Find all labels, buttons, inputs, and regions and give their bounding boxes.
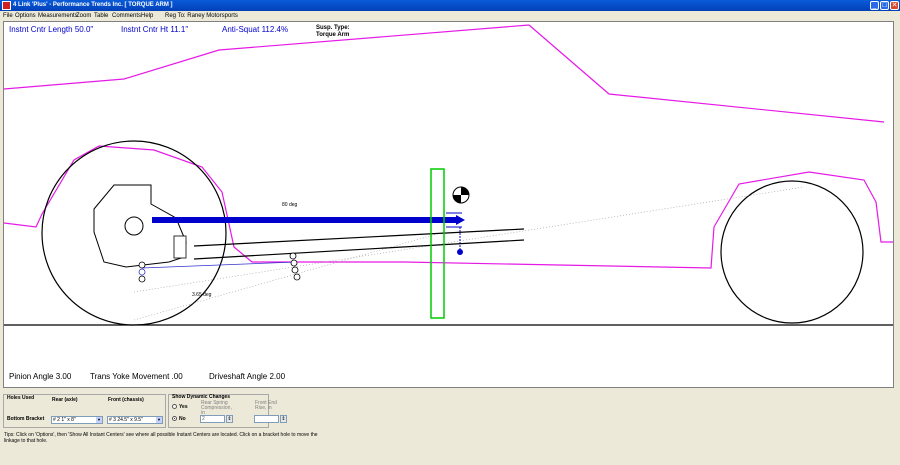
- rear-spring-spinner[interactable]: ⇕: [226, 415, 233, 423]
- menu-bar: File Options Measurements Zoom Table Com…: [0, 11, 900, 21]
- anti-squat-line: [133, 186, 805, 293]
- title-bar: 4 Link 'Plus' - Performance Trends Inc. …: [0, 0, 900, 11]
- app-icon: [2, 1, 11, 10]
- lower-link-angle-label: 3.65 deg: [192, 292, 212, 298]
- maximize-button[interactable]: □: [880, 1, 889, 10]
- axle-bracket-hole: [138, 268, 146, 276]
- menu-registration: Reg To: Raney Motorsports: [165, 13, 238, 19]
- rear-spring-input[interactable]: 2: [200, 415, 225, 423]
- no-radio-label: No: [179, 416, 186, 422]
- holes-used-title: Holes Used: [7, 395, 35, 401]
- rear-axle-header: Rear (axle): [52, 397, 78, 403]
- bottom-bracket-label: Bottom Bracket: [7, 416, 45, 422]
- anti-squat-readout: Anti-Squat 112.4%: [222, 25, 289, 34]
- axle-cover: [173, 235, 187, 259]
- chassis-bracket-hole: [290, 259, 298, 267]
- car-body-rear-line: [528, 24, 885, 123]
- front-hole-select[interactable]: # 3 24.5" x 9.5" ▼: [107, 416, 163, 424]
- yes-radio-label: Yes: [179, 404, 188, 410]
- axle-bracket-hole: [138, 261, 146, 269]
- pinion-angle-readout: Pinion Angle 3.00: [9, 372, 72, 381]
- no-radio[interactable]: [172, 416, 177, 421]
- axle-center: [124, 216, 144, 236]
- menu-help[interactable]: Help: [141, 11, 153, 21]
- front-tire: [720, 180, 864, 324]
- front-chassis-header: Front (chassis): [108, 397, 144, 403]
- driveshaft-angle-readout: Driveshaft Angle 2.00: [209, 372, 286, 381]
- front-end-rise-input[interactable]: [254, 415, 279, 423]
- car-body-roof-line: [4, 24, 530, 90]
- torque-arm-end: [456, 215, 465, 225]
- instant-center-height: Instnt Cntr Ht 11.1": [121, 25, 189, 34]
- window-title: 4 Link 'Plus' - Performance Trends Inc. …: [13, 2, 173, 8]
- menu-options[interactable]: Options: [15, 11, 36, 21]
- chevron-down-icon: ▼: [156, 417, 162, 423]
- chassis-bracket-hole: [291, 266, 299, 274]
- menu-comments[interactable]: Comments: [112, 11, 141, 21]
- yes-radio[interactable]: [172, 404, 177, 409]
- minimize-button[interactable]: _: [870, 1, 879, 10]
- drawing-canvas[interactable]: Instnt Cntr Length 50.0" Instnt Cntr Ht …: [3, 21, 894, 388]
- front-end-rise-label: Front End Rise, in: [255, 400, 277, 411]
- instant-center-length: Instnt Cntr Length 50.0": [9, 25, 94, 34]
- torque-arm-mount-point: [457, 249, 463, 255]
- torque-arm-angle-label: 80 deg: [282, 202, 298, 208]
- trans-yoke-readout: Trans Yoke Movement .00: [90, 372, 183, 381]
- chassis-bracket-hole: [293, 273, 301, 281]
- rear-hole-value: # 2 1" x 8": [53, 417, 76, 423]
- close-button[interactable]: ✕: [890, 1, 899, 10]
- rear-spring-label: Rear Spring Compression, in: [201, 400, 232, 416]
- tips-text: Tips: Click on 'Options', then 'Show All…: [4, 432, 318, 444]
- chevron-down-icon: ▼: [96, 417, 102, 423]
- center-section-bar: [430, 168, 445, 319]
- menu-table[interactable]: Table: [94, 11, 108, 21]
- rear-hole-select[interactable]: # 2 1" x 8" ▼: [51, 416, 103, 424]
- susp-type-label: Susp. Type:: [316, 25, 350, 31]
- chassis-bracket-hole: [289, 252, 297, 260]
- front-end-rise-spinner[interactable]: ⇕: [280, 415, 287, 423]
- front-hole-value: # 3 24.5" x 9.5": [109, 417, 143, 423]
- axle-bracket-hole: [138, 275, 146, 283]
- menu-zoom[interactable]: Zoom: [76, 11, 91, 21]
- suspension-drawing: [4, 24, 893, 326]
- menu-measurements[interactable]: Measurements: [38, 11, 78, 21]
- susp-type-value: Torque Arm: [316, 32, 350, 38]
- menu-file[interactable]: File: [3, 11, 13, 21]
